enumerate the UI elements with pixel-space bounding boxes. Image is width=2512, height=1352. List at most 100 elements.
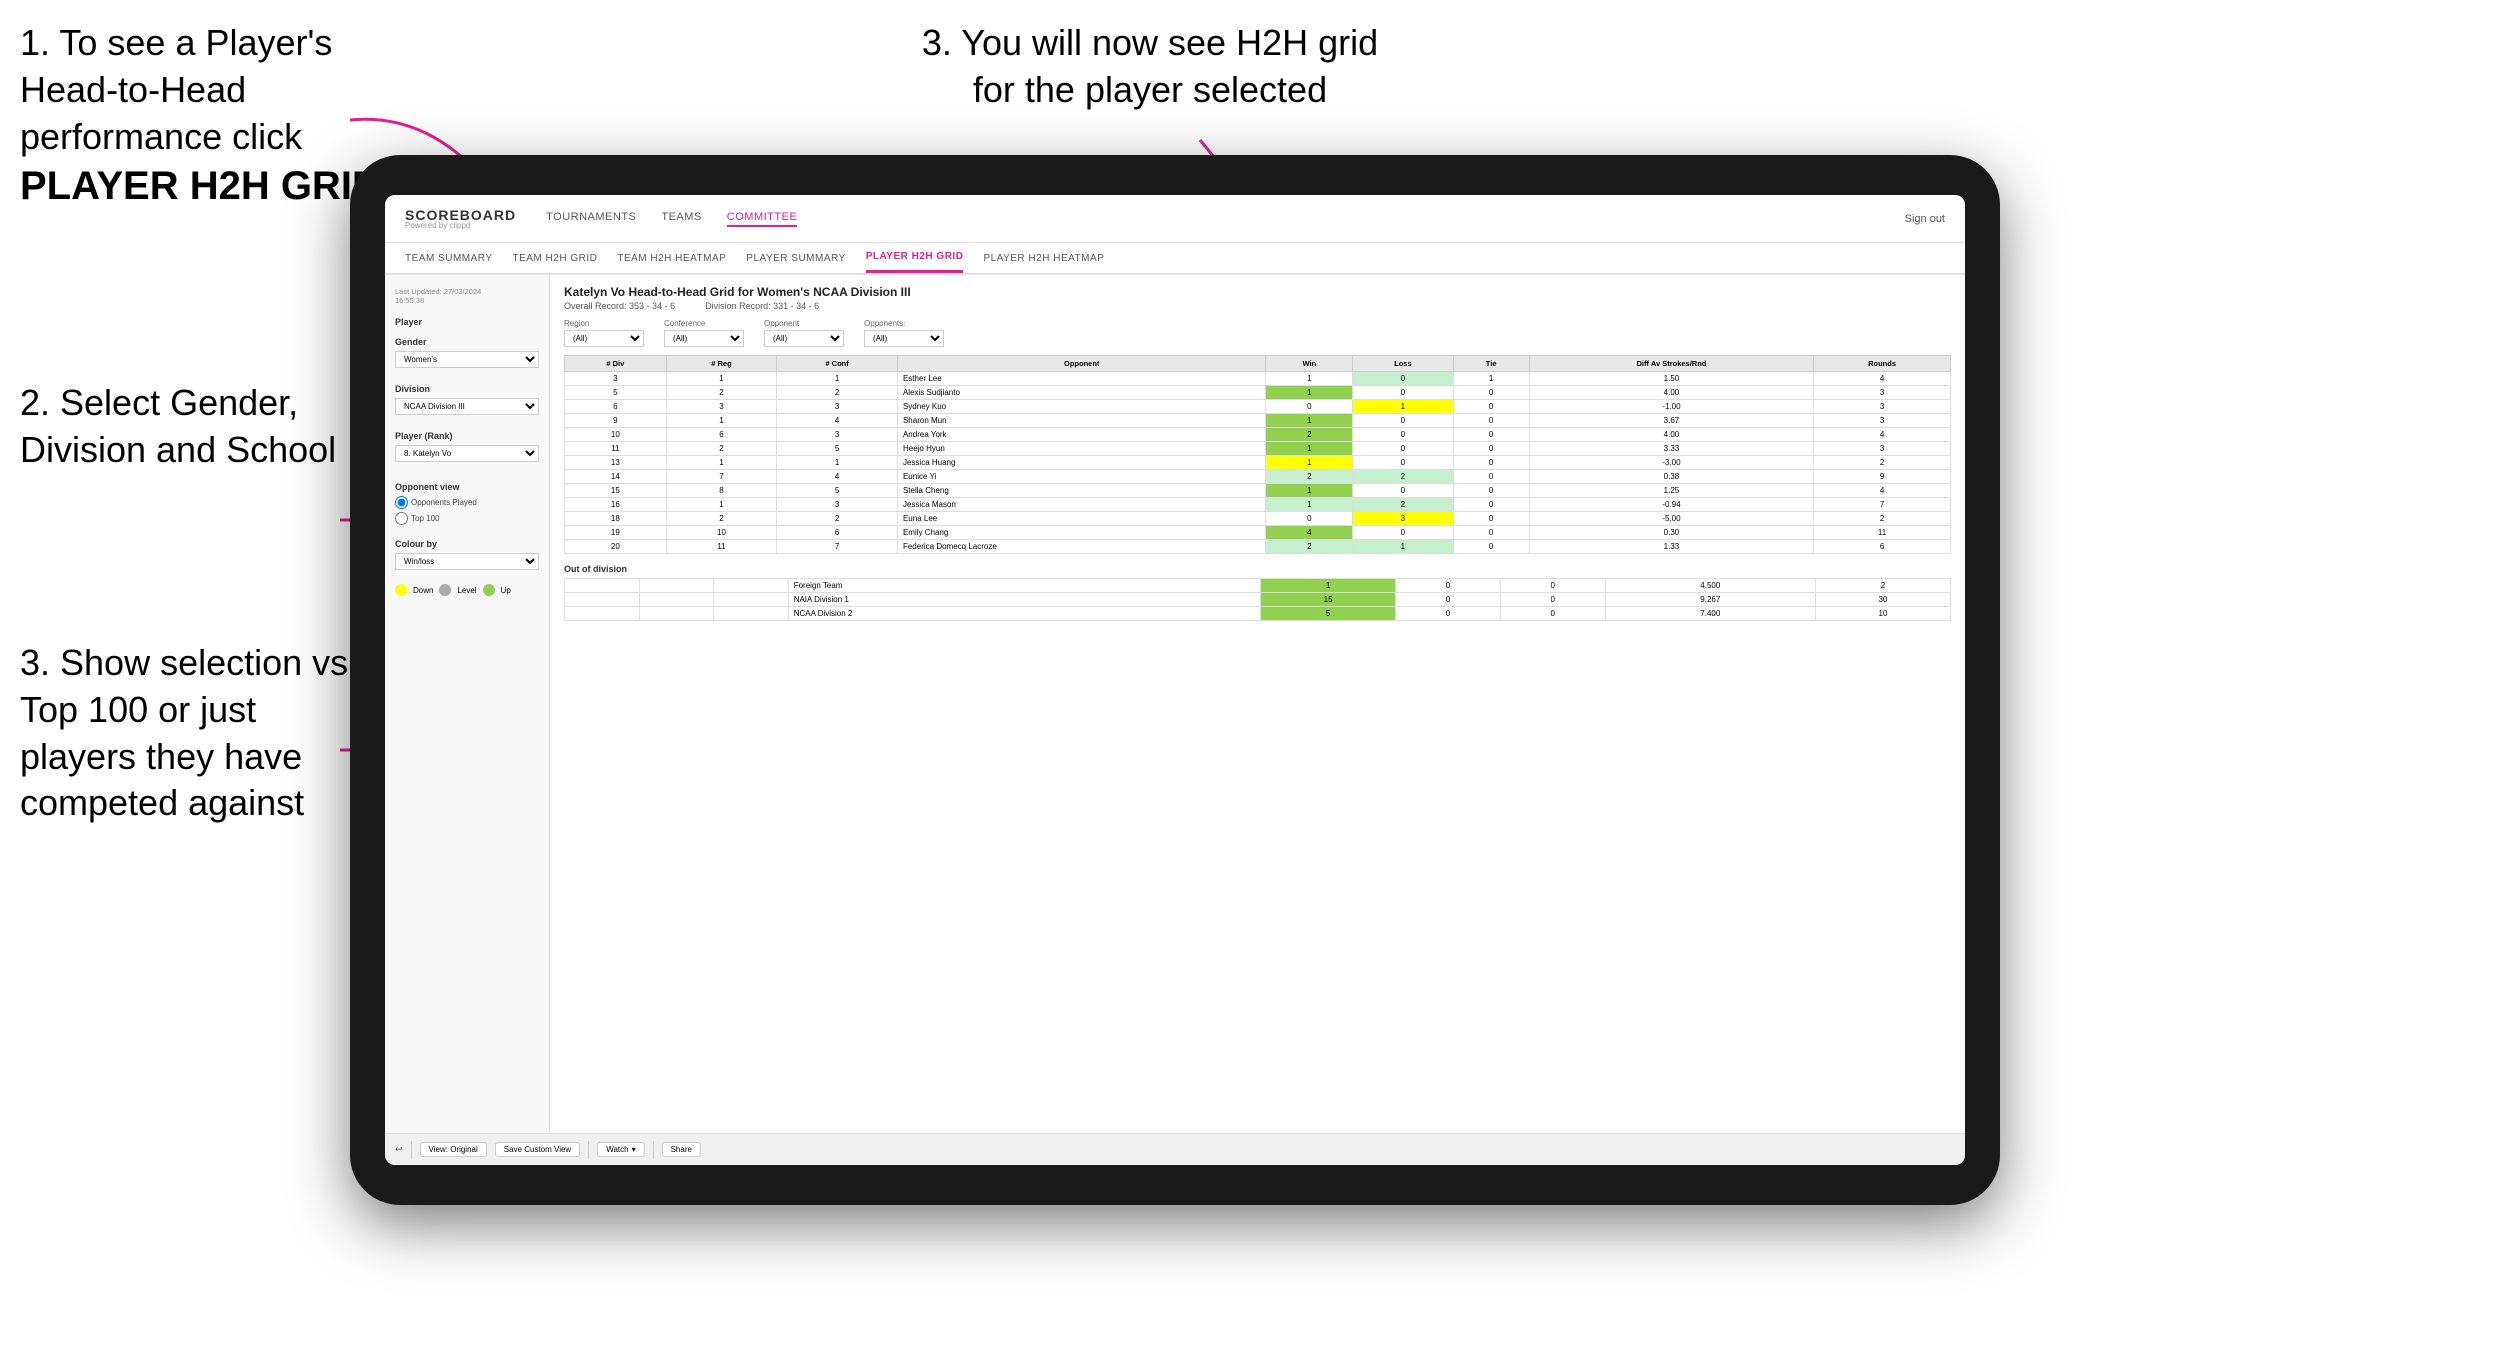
grid-subtitle: Overall Record: 353 - 34 - 6 Division Re…: [564, 301, 1951, 311]
chevron-down-icon: ▾: [632, 1145, 636, 1154]
save-custom-view-button[interactable]: Save Custom View: [495, 1142, 580, 1157]
colour-legend: Down Level Up: [395, 584, 539, 596]
nav-teams[interactable]: TEAMS: [661, 211, 701, 227]
sub-nav: TEAM SUMMARY TEAM H2H GRID TEAM H2H HEAT…: [385, 243, 1965, 275]
subnav-team-summary[interactable]: TEAM SUMMARY: [405, 243, 493, 273]
table-row: 1125Heejo Hyun1003.333: [565, 442, 1951, 456]
table-row: 522Alexis Sudjianto1004.003: [565, 386, 1951, 400]
sidebar: Last Updated: 27/03/202416:55:38 Player …: [385, 275, 550, 1133]
col-win: Win: [1266, 356, 1353, 372]
save-custom-label: Save Custom View: [504, 1145, 571, 1154]
region-filter-select[interactable]: (All): [564, 330, 644, 347]
h2h-table: # Div # Reg # Conf Opponent Win Loss Tie…: [564, 355, 1951, 554]
table-row: 1585Stella Cheng1001.254: [565, 484, 1951, 498]
conference-filter-select[interactable]: (All): [664, 330, 744, 347]
out-division-row: NAIA Division 115009.26730: [565, 593, 1951, 607]
logo-main: SCOREBOARD: [405, 208, 516, 222]
nav-committee[interactable]: COMMITTEE: [727, 211, 798, 227]
out-division-row: Foreign Team1004.5002: [565, 579, 1951, 593]
overall-record: Overall Record: 353 - 34 - 6: [564, 301, 675, 311]
col-loss: Loss: [1353, 356, 1453, 372]
sidebar-meta: Last Updated: 27/03/202416:55:38: [395, 287, 539, 305]
view-original-label: View: Original: [429, 1145, 478, 1154]
toolbar-sep2: [588, 1141, 589, 1159]
subnav-team-h2h-heatmap[interactable]: TEAM H2H HEATMAP: [617, 243, 726, 273]
col-div: # Div: [565, 356, 667, 372]
watch-label: Watch: [606, 1145, 628, 1154]
division-select[interactable]: NCAA Division III: [395, 398, 539, 415]
colour-by-label: Colour by: [395, 539, 539, 549]
opponent-radio-group: Opponents Played Top 100: [395, 496, 539, 525]
col-opponent: Opponent: [897, 356, 1266, 372]
filter-opponents: Opponents: (All): [864, 319, 944, 347]
nav-tournaments[interactable]: TOURNAMENTS: [546, 211, 636, 227]
toolbar-sep3: [653, 1141, 654, 1159]
opponent-view-label: Opponent view: [395, 482, 539, 492]
filter-region: Region (All): [564, 319, 644, 347]
instruction-step2: 2. Select Gender, Division and School: [20, 380, 360, 474]
legend-level-dot: [439, 584, 451, 596]
main-nav: TOURNAMENTS TEAMS COMMITTEE: [546, 211, 1875, 227]
app-header: SCOREBOARD Powered by clippd TOURNAMENTS…: [385, 195, 1965, 243]
subnav-player-h2h-grid[interactable]: PLAYER H2H GRID: [866, 243, 964, 273]
subnav-player-h2h-heatmap[interactable]: PLAYER H2H HEATMAP: [983, 243, 1104, 273]
table-row: 914Sharon Mun1003.673: [565, 414, 1951, 428]
watch-button[interactable]: Watch ▾: [597, 1142, 644, 1157]
col-diff: Diff Av Strokes/Rnd: [1529, 356, 1813, 372]
radio-top100[interactable]: Top 100: [395, 512, 539, 525]
table-row: 1311Jessica Huang100-3.002: [565, 456, 1951, 470]
division-record: Division Record: 331 - 34 - 6: [705, 301, 819, 311]
out-division-table: Foreign Team1004.5002NAIA Division 11500…: [564, 578, 1951, 621]
data-area: Katelyn Vo Head-to-Head Grid for Women's…: [550, 275, 1965, 1133]
opponent-filter-select[interactable]: (All): [764, 330, 844, 347]
legend-down-label: Down: [413, 586, 433, 595]
opponents-filter-label: Opponents:: [864, 319, 944, 328]
conference-filter-label: Conference: [664, 319, 744, 328]
radio-opponents-played[interactable]: Opponents Played: [395, 496, 539, 509]
region-filter-label: Region: [564, 319, 644, 328]
filter-conference: Conference (All): [664, 319, 744, 347]
grid-title: Katelyn Vo Head-to-Head Grid for Women's…: [564, 285, 1951, 299]
col-conf: # Conf: [777, 356, 898, 372]
legend-up-dot: [483, 584, 495, 596]
gender-select[interactable]: Women's: [395, 351, 539, 368]
app-logo: SCOREBOARD Powered by clippd: [405, 208, 516, 230]
col-reg: # Reg: [666, 356, 777, 372]
table-row: 1822Euna Lee030-5.002: [565, 512, 1951, 526]
table-row: 19106Emily Chang4000.3011: [565, 526, 1951, 540]
tablet-frame: SCOREBOARD Powered by clippd TOURNAMENTS…: [350, 155, 2000, 1205]
table-row: 1474Eunice Yi2200.389: [565, 470, 1951, 484]
header-sign-out[interactable]: Sign out: [1905, 213, 1945, 225]
instruction-step3-bottom: 3. Show selection vs Top 100 or just pla…: [20, 640, 380, 827]
gender-label: Gender: [395, 337, 539, 347]
player-rank-label: Player (Rank): [395, 431, 539, 441]
table-row: 20117Federica Domecq Lacroze2101.336: [565, 540, 1951, 554]
player-rank-select[interactable]: 8. Katelyn Vo: [395, 445, 539, 462]
filter-row: Region (All) Conference (All) Opponent: [564, 319, 1951, 347]
subnav-team-h2h-grid[interactable]: TEAM H2H GRID: [513, 243, 598, 273]
share-label: Share: [671, 1145, 692, 1154]
tablet-screen: SCOREBOARD Powered by clippd TOURNAMENTS…: [385, 195, 1965, 1165]
table-row: 311Esther Lee1011.504: [565, 372, 1951, 386]
share-button[interactable]: Share: [662, 1142, 701, 1157]
col-tie: Tie: [1453, 356, 1529, 372]
out-division-header: Out of division: [564, 564, 1951, 574]
table-row: 633Sydney Kuo010-1.003: [565, 400, 1951, 414]
toolbar-sep1: [411, 1141, 412, 1159]
logo-sub: Powered by clippd: [405, 222, 516, 230]
instruction-step1: 1. To see a Player's Head-to-Head perfor…: [20, 20, 400, 212]
opponents-filter-select[interactable]: (All): [864, 330, 944, 347]
player-section-label: Player: [395, 317, 539, 327]
main-content: Last Updated: 27/03/202416:55:38 Player …: [385, 275, 1965, 1133]
colour-by-select[interactable]: Win/loss: [395, 553, 539, 570]
legend-level-label: Level: [457, 586, 476, 595]
toolbar-undo: ↩: [395, 1144, 403, 1155]
view-original-button[interactable]: View: Original: [420, 1142, 487, 1157]
table-row: 1063Andrea York2004.004: [565, 428, 1951, 442]
table-row: 1613Jessica Mason120-0.947: [565, 498, 1951, 512]
division-label: Division: [395, 384, 539, 394]
filter-opponent: Opponent (All): [764, 319, 844, 347]
col-rounds: Rounds: [1814, 356, 1951, 372]
legend-up-label: Up: [501, 586, 511, 595]
subnav-player-summary[interactable]: PLAYER SUMMARY: [746, 243, 845, 273]
